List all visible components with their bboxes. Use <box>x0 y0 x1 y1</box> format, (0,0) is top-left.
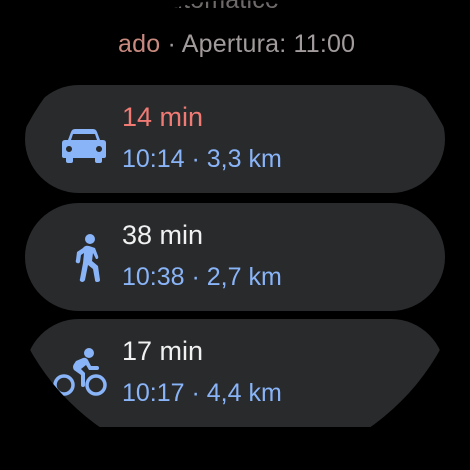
opening-hours-line: ado · Apertura: 11:00 <box>118 30 355 59</box>
walking-person-icon <box>61 233 115 283</box>
separator-dot: · <box>167 30 176 58</box>
route-arrival-distance: 10:14 · 3,3 km <box>122 145 282 173</box>
watch-screen: Automatico ado · Apertura: 11:00 14 min … <box>0 0 470 470</box>
open-status: ado <box>118 30 161 58</box>
place-category-text: Automatico <box>152 0 280 14</box>
route-duration: 38 min <box>122 220 204 250</box>
opening-time: Apertura: 11:00 <box>181 30 356 58</box>
car-icon <box>57 121 111 171</box>
route-arrival-distance: 10:38 · 2,7 km <box>122 263 282 291</box>
route-card-walking[interactable]: 38 min 10:38 · 2,7 km <box>25 203 445 311</box>
bicycle-icon <box>53 347 107 397</box>
route-card-car[interactable]: 14 min 10:14 · 3,3 km <box>25 85 445 193</box>
route-arrival-distance: 10:17 · 4,4 km <box>122 379 282 407</box>
route-duration: 17 min <box>122 336 204 366</box>
route-card-bicycle[interactable]: 17 min 10:17 · 4,4 km <box>25 319 445 427</box>
route-duration: 14 min <box>122 102 204 132</box>
